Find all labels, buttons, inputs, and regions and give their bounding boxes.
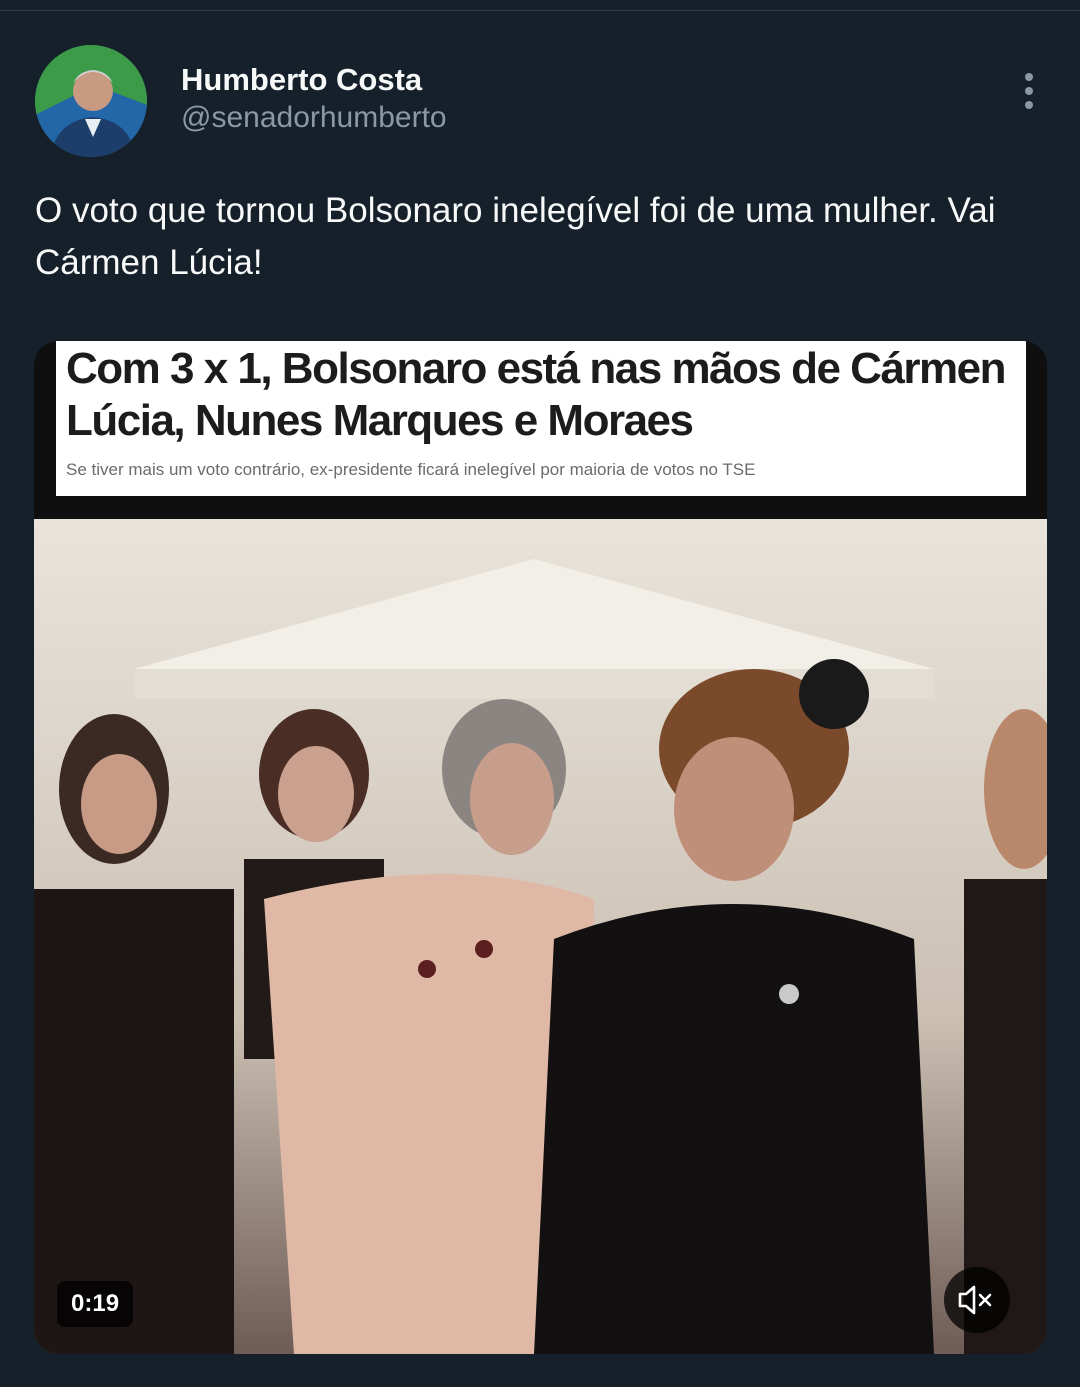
more-vertical-icon[interactable] (1019, 73, 1039, 113)
news-banner: Com 3 x 1, Bolsonaro está nas mãos de Cá… (56, 341, 1026, 496)
author-display-name[interactable]: Humberto Costa (181, 61, 447, 99)
top-divider (0, 10, 1080, 11)
author-names: Humberto Costa @senadorhumberto (181, 61, 447, 137)
video-frame (34, 519, 1047, 1354)
avatar[interactable] (35, 45, 147, 157)
author-handle[interactable]: @senadorhumberto (181, 99, 447, 137)
tweet-text: O voto que tornou Bolsonaro inelegível f… (35, 191, 996, 282)
video-player[interactable]: Com 3 x 1, Bolsonaro está nas mãos de Cá… (34, 341, 1047, 1354)
news-subheadline: Se tiver mais um voto contrário, ex-pres… (66, 460, 756, 479)
tweet-header: Humberto Costa @senadorhumberto (35, 45, 1045, 160)
video-duration-badge: 0:19 (57, 1281, 134, 1327)
news-headline: Com 3 x 1, Bolsonaro está nas mãos de Cá… (66, 344, 1007, 445)
speaker-muted-icon[interactable] (944, 1267, 1010, 1333)
